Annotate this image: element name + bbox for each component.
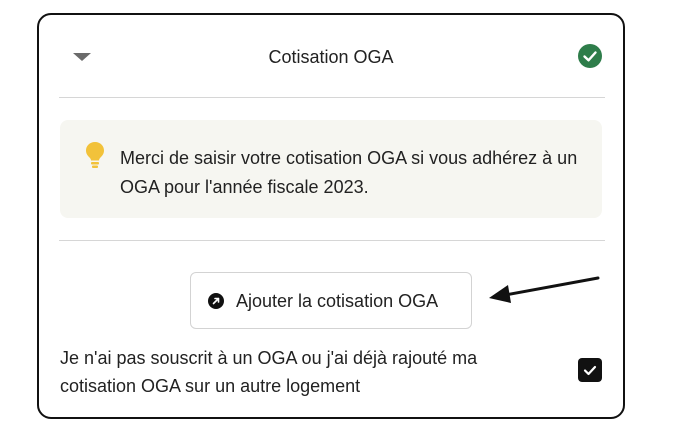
content-divider bbox=[59, 240, 605, 241]
oga-section-card: Cotisation OGA Merci de saisir votre cot… bbox=[37, 13, 625, 419]
no-oga-checkbox[interactable] bbox=[578, 358, 602, 382]
lightbulb-icon bbox=[85, 141, 105, 169]
info-text: Merci de saisir votre cotisation OGA si … bbox=[120, 148, 578, 197]
header-divider bbox=[59, 97, 605, 98]
add-oga-contribution-button[interactable]: Ajouter la cotisation OGA bbox=[190, 272, 472, 329]
section-title: Cotisation OGA bbox=[268, 47, 394, 67]
no-oga-option-label: Je n'ai pas souscrit à un OGA ou j'ai dé… bbox=[60, 348, 478, 396]
info-box: Merci de saisir votre cotisation OGA si … bbox=[60, 120, 602, 218]
arrow-up-right-circle-icon bbox=[208, 293, 224, 309]
add-button-label: Ajouter la cotisation OGA bbox=[236, 291, 439, 311]
section-header[interactable]: Cotisation OGA bbox=[39, 15, 623, 97]
check-circle-icon bbox=[578, 44, 602, 68]
pointer-arrow-icon bbox=[489, 276, 600, 303]
